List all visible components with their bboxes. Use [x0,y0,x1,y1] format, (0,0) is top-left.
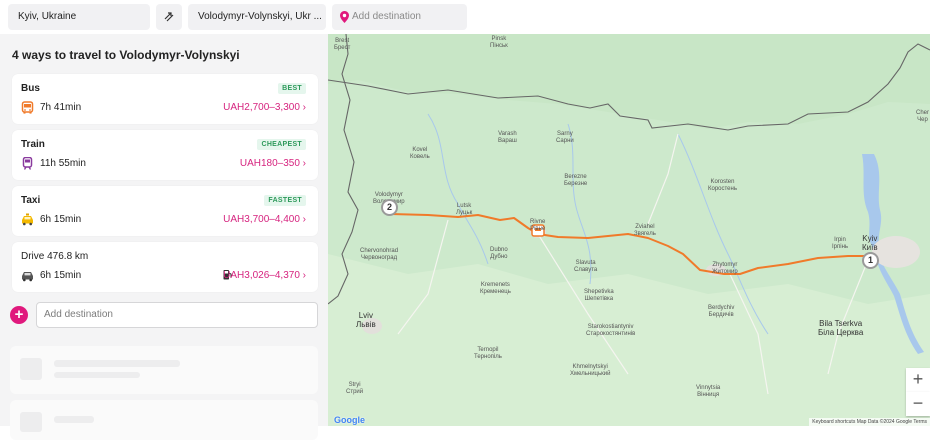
zoom-in-button[interactable]: + [906,368,930,392]
loading-placeholder-card [10,346,318,394]
status-badge: BEST [278,83,306,94]
add-destination-placeholder: Add destination [352,11,421,22]
route-card-train[interactable]: Train CHEAPEST 11h 55min UAH180–350 › [12,130,318,180]
taxi-icon [22,213,33,226]
origin-input[interactable]: Kyiv, Ukraine [8,4,150,30]
city-label-khmelnytskyi: Khmelnytskyi Хмельницький [570,364,611,377]
city-label-chernihiv: Cher Чер [916,110,930,123]
route-options-panel: 4 ways to travel to Volodymyr-Volynskyi … [0,34,328,440]
city-label-vinnytsia: Vinnytsia Вінниця [696,385,721,398]
city-label-lviv: Lviv Львів [356,311,376,329]
city-label-irpin: Irpin Ірпінь [832,237,849,250]
route-card-drive[interactable]: Drive 476.8 km 6h 15min UAH3,026–4,370 › [12,242,318,292]
car-icon [22,272,33,282]
add-destination-button[interactable]: + [10,306,28,324]
add-destination-field[interactable]: Add destination [36,302,318,328]
route-price: UAH2,700–3,300 › [223,102,306,113]
route-duration: 7h 41min [40,102,82,113]
status-badge: CHEAPEST [257,139,306,150]
route-map[interactable]: Brest Брест Pinsk Пінськ Varash Вараш Sarny… [328,34,930,426]
bus-icon [21,101,34,114]
city-label-berdychiv: Berdychiv Бердичів [708,305,735,318]
swap-icon [164,12,174,22]
city-label-chervonohrad: Chervonohrad Червоноград [360,248,399,261]
add-destination-input[interactable]: Add destination [332,4,467,30]
city-label-pinsk: Pinsk Пінськ [490,36,508,49]
city-label-sarny: Sarny Сарни [556,131,574,144]
city-label-dubno: Dubno Дубно [490,247,508,260]
google-logo: Google [334,415,365,425]
route-duration: 6h 15min [40,214,82,225]
search-bar: Kyiv, Ukraine Volodymyr-Volynskyi, Ukr .… [0,0,930,34]
route-start-marker[interactable]: 1 [862,252,879,269]
route-mode: Drive 476.8 km [21,251,89,262]
map-canvas [328,34,930,426]
city-label-slavuta: Slavuta Славута [574,260,598,273]
route-card-taxi[interactable]: Taxi FASTEST 6h 15min UAH3,700–4,400 › [12,186,318,236]
route-price: UAH3,026–4,370 › [223,270,306,281]
route-duration: 11h 55min [40,158,86,169]
city-label-zviahel: Zviahel Звягель [634,224,656,237]
route-mode: Train [21,139,45,150]
city-label-rivne: Rivne Рівне [530,219,546,232]
location-pin-icon [340,11,349,23]
loading-placeholder-card [10,400,318,440]
city-label-kremenets: Kremenets Кременець [480,282,511,295]
train-icon [22,157,33,170]
city-label-ternopil: Ternopil Тернопіль [474,347,502,360]
city-label-varash: Varash Вараш [498,131,517,144]
city-label-lutsk: Lutsk Луцьк [456,203,473,216]
route-mode: Taxi [21,195,41,206]
zoom-out-button[interactable]: − [906,392,930,416]
city-label-brest: Brest Брест [334,38,351,51]
status-badge: FASTEST [264,195,306,206]
swap-button[interactable] [156,4,182,30]
city-label-korosten: Korosten Коростень [708,179,737,192]
city-label-berezne: Berezne Березне [564,174,588,187]
city-label-starokostiantyniv: Starokostiantyniv Старокостянтинів [586,324,636,337]
route-duration: 6h 15min [40,270,82,281]
route-price: UAH3,700–4,400 › [223,214,306,225]
city-label-kovel: Kovel Ковель [410,147,430,160]
city-label-stryi: Stryi Стрий [346,382,364,395]
city-label-kyiv: Kyiv Київ [862,234,878,252]
map-attribution[interactable]: Keyboard shortcuts Map Data ©2024 Google… [809,418,930,426]
destination-input[interactable]: Volodymyr-Volynskyi, Ukr ... [188,4,326,30]
city-label-shepetivka: Shepetivka Шепетівка [584,289,614,302]
city-label-zhytomyr: Zhytomyr Житомир [712,262,738,275]
route-mode: Bus [21,83,40,94]
city-label-bila-tserkva: Bila Tserkva Біла Церква [818,319,864,337]
route-price: UAH180–350 › [239,158,306,169]
route-end-marker[interactable]: 2 [381,199,398,216]
route-card-bus[interactable]: Bus BEST 7h 41min UAH2,700–3,300 › [12,74,318,124]
page-title: 4 ways to travel to Volodymyr-Volynskyi [12,48,240,62]
